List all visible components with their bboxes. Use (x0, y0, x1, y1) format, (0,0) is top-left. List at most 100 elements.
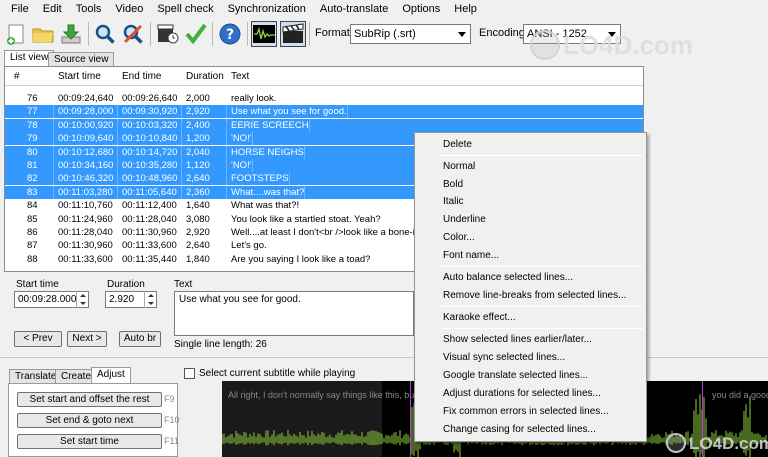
context-menu: Delete Normal Bold Italic Underline Colo… (414, 132, 647, 442)
menu-item-adjust-durations[interactable]: Adjust durations for selected lines... (415, 385, 646, 402)
menu-edit[interactable]: Edit (36, 0, 69, 18)
cell-end: 00:10:48,960 (122, 172, 182, 186)
column-header-start[interactable]: Start time (58, 67, 101, 86)
watermark-text: LO4D.com (563, 30, 694, 60)
menu-item-visual-sync[interactable]: Visual sync selected lines... (415, 349, 646, 366)
duration-spinner[interactable] (144, 291, 156, 308)
cell-text: FOOTSTEPS (231, 172, 290, 186)
line-length-status: Single line length: 26 (174, 339, 267, 350)
format-select[interactable]: SubRip (.srt) (350, 24, 471, 44)
shortcut-f11: F11 (164, 436, 179, 446)
spell-check-icon[interactable] (183, 21, 209, 47)
help-icon[interactable]: ? (217, 21, 243, 47)
cell-dur: 2,400 (186, 118, 227, 132)
cell-text: Use what you see for good. (231, 105, 348, 119)
grid-header: # Start time End time Duration Text (5, 67, 643, 86)
format-label: Format (315, 27, 350, 39)
tab-adjust[interactable]: Adjust (91, 367, 131, 384)
menu-tools[interactable]: Tools (69, 0, 109, 18)
cell-num: 78 (27, 118, 54, 132)
save-download-icon[interactable] (58, 21, 84, 47)
menu-item-normal[interactable]: Normal (415, 158, 646, 175)
table-row[interactable]: 76 00:09:24,640 00:09:26,640 2,000 really lo… (5, 92, 643, 105)
cell-end: 00:11:35,440 (122, 253, 177, 265)
waveform-toggle-icon[interactable] (251, 21, 277, 47)
cell-start: 00:11:10,760 (58, 200, 113, 212)
tab-source-view[interactable]: Source view (48, 52, 115, 67)
menu-item-italic[interactable]: Italic (415, 193, 646, 210)
menu-item-auto-balance[interactable]: Auto balance selected lines... (415, 269, 646, 286)
cell-num: 88 (27, 253, 38, 265)
menu-item-underline[interactable]: Underline (415, 211, 646, 228)
cell-text: 'NO!' (231, 132, 253, 146)
menu-item-bold[interactable]: Bold (415, 176, 646, 193)
column-header-text[interactable]: Text (231, 67, 249, 86)
menu-synchronization[interactable]: Synchronization (221, 0, 313, 18)
set-start-time-button[interactable]: Set start time (17, 434, 162, 449)
cell-end: 00:11:30,960 (122, 227, 177, 238)
cell-start: 00:11:33,600 (58, 253, 113, 265)
menu-spell-check[interactable]: Spell check (150, 0, 220, 18)
cell-end: 00:11:28,040 (122, 213, 177, 225)
follow-subtitle-checkbox[interactable] (184, 368, 195, 379)
menu-item-fix-errors[interactable]: Fix common errors in selected lines... (415, 403, 646, 420)
menu-item-karaoke[interactable]: Karaoke effect... (415, 309, 646, 326)
menu-item-google-translate[interactable]: Google translate selected lines... (415, 367, 646, 384)
auto-br-button[interactable]: Auto br (119, 331, 161, 347)
cell-start: 00:10:46,320 (58, 172, 118, 186)
next-button[interactable]: Next > (67, 331, 107, 347)
cell-text: Well....at least I don't<br />look like … (231, 227, 428, 238)
cell-num: 80 (27, 145, 54, 159)
subtitle-text-editor[interactable]: Use what you see for good. (174, 291, 414, 336)
menu-video[interactable]: Video (108, 0, 150, 18)
text-label: Text (174, 279, 193, 290)
cell-num: 84 (27, 200, 38, 212)
cell-dur: 1,640 (186, 200, 210, 212)
cell-num: 87 (27, 240, 38, 252)
menu-file[interactable]: File (4, 0, 36, 18)
table-row[interactable]: 78 00:10:00,920 00:10:03,320 2,400 EERIE SCR… (5, 118, 643, 132)
tab-list-view[interactable]: List view (4, 50, 55, 67)
menu-item-show-earlier-later[interactable]: Show selected lines earlier/later... (415, 331, 646, 348)
table-row[interactable]: 77 00:09:28,000 00:09:30,920 2,920 Use what … (5, 105, 643, 119)
shortcut-f9: F9 (164, 394, 175, 404)
menu-item-change-casing[interactable]: Change casing for selected lines... (415, 421, 646, 438)
svg-text:?: ? (226, 27, 234, 43)
cell-start: 00:11:24,960 (58, 213, 113, 225)
visual-sync-icon[interactable] (155, 21, 181, 47)
menu-auto-translate[interactable]: Auto-translate (313, 0, 395, 18)
column-header-number[interactable]: # (14, 67, 20, 86)
column-header-duration[interactable]: Duration (186, 67, 224, 86)
cell-text: 'NO!' (231, 159, 253, 172)
watermark-logo-icon (530, 30, 560, 60)
menu-item-color[interactable]: Color... (415, 229, 646, 246)
set-start-offset-button[interactable]: Set start and offset the rest (17, 392, 162, 407)
column-header-end[interactable]: End time (122, 67, 161, 86)
cell-end: 00:10:03,320 (122, 118, 182, 132)
cell-start: 00:10:09,640 (58, 132, 118, 146)
prev-button[interactable]: < Prev (14, 331, 62, 347)
find-icon[interactable] (92, 21, 118, 47)
cell-num: 76 (27, 93, 38, 104)
cell-text: What was that?! (231, 200, 300, 212)
follow-subtitle-label: Select current subtitle while playing (199, 368, 356, 379)
cell-end: 00:10:35,280 (122, 159, 182, 172)
menu-item-delete[interactable]: Delete (415, 136, 646, 153)
menu-help[interactable]: Help (447, 0, 484, 18)
adjust-panel: Set start and offset the rest F9 Set end… (8, 383, 180, 457)
menu-options[interactable]: Options (395, 0, 447, 18)
start-time-spinner[interactable] (76, 291, 88, 308)
subtitle-text-value: Use what you see for good. (179, 294, 301, 305)
cell-num: 85 (27, 213, 38, 225)
menu-item-remove-line-breaks[interactable]: Remove line-breaks from selected lines..… (415, 287, 646, 304)
cell-start: 00:10:00,920 (58, 118, 118, 132)
replace-icon[interactable] (120, 21, 146, 47)
video-toggle-icon[interactable] (280, 21, 306, 47)
divider (0, 357, 768, 358)
set-end-goto-next-button[interactable]: Set end & goto next (17, 413, 162, 428)
shortcut-f10: F10 (164, 415, 180, 425)
new-file-icon[interactable] (3, 21, 29, 47)
cell-start: 00:11:28,040 (58, 227, 113, 238)
open-folder-icon[interactable] (30, 21, 56, 47)
menu-item-font-name[interactable]: Font name... (415, 247, 646, 264)
